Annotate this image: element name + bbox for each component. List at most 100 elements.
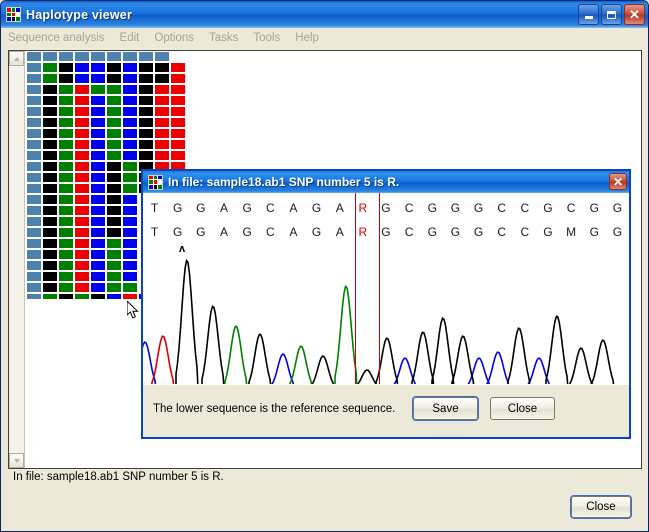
menu-item-options[interactable]: Options: [154, 32, 194, 44]
menu-item-tasks[interactable]: Tasks: [209, 32, 238, 44]
haplotype-cell[interactable]: [90, 84, 106, 95]
haplotype-cell[interactable]: [154, 139, 170, 150]
haplotype-row[interactable]: [26, 73, 186, 84]
haplotype-cell[interactable]: [74, 172, 90, 183]
haplotype-cell[interactable]: [170, 84, 186, 95]
haplotype-cell[interactable]: [106, 84, 122, 95]
haplotype-cell[interactable]: [74, 139, 90, 150]
haplotype-cell[interactable]: [106, 95, 122, 106]
haplotype-cell[interactable]: [42, 227, 58, 238]
haplotype-cell[interactable]: [74, 62, 90, 73]
haplotype-cell[interactable]: [74, 73, 90, 84]
haplotype-row[interactable]: [26, 106, 186, 117]
haplotype-cell[interactable]: [42, 106, 58, 117]
haplotype-cell[interactable]: [106, 161, 122, 172]
haplotype-cell[interactable]: [154, 62, 170, 73]
haplotype-cell[interactable]: [122, 194, 138, 205]
haplotype-cell[interactable]: [58, 172, 74, 183]
haplotype-cell[interactable]: [74, 106, 90, 117]
haplotype-cell[interactable]: [90, 194, 106, 205]
haplotype-cell[interactable]: [154, 117, 170, 128]
haplotype-cell[interactable]: [138, 62, 154, 73]
haplotype-cell[interactable]: [42, 282, 58, 293]
haplotype-cell[interactable]: [170, 62, 186, 73]
haplotype-cell[interactable]: [90, 62, 106, 73]
haplotype-cell[interactable]: [74, 205, 90, 216]
haplotype-cell[interactable]: [26, 205, 42, 216]
haplotype-row[interactable]: [26, 150, 186, 161]
haplotype-cell[interactable]: [26, 271, 42, 282]
haplotype-cell[interactable]: [90, 51, 106, 62]
haplotype-cell[interactable]: [106, 183, 122, 194]
haplotype-cell[interactable]: [58, 282, 74, 293]
haplotype-cell[interactable]: [138, 84, 154, 95]
haplotype-cell[interactable]: [170, 95, 186, 106]
haplotype-cell[interactable]: [90, 117, 106, 128]
haplotype-cell[interactable]: [138, 51, 154, 62]
vertical-scrollbar[interactable]: [9, 51, 25, 468]
close-window-button[interactable]: ✕: [624, 4, 645, 25]
haplotype-row[interactable]: [26, 95, 186, 106]
haplotype-cell[interactable]: [26, 282, 42, 293]
haplotype-row[interactable]: [26, 128, 186, 139]
haplotype-cell[interactable]: [26, 194, 42, 205]
haplotype-cell[interactable]: [122, 84, 138, 95]
haplotype-cell[interactable]: [26, 227, 42, 238]
haplotype-cell[interactable]: [58, 51, 74, 62]
haplotype-cell[interactable]: [42, 194, 58, 205]
haplotype-cell[interactable]: [138, 73, 154, 84]
menu-item-edit[interactable]: Edit: [120, 32, 140, 44]
haplotype-cell[interactable]: [122, 62, 138, 73]
haplotype-cell[interactable]: [122, 150, 138, 161]
haplotype-cell[interactable]: [138, 128, 154, 139]
haplotype-cell[interactable]: [122, 227, 138, 238]
haplotype-cell[interactable]: [154, 84, 170, 95]
haplotype-cell[interactable]: [74, 216, 90, 227]
haplotype-cell[interactable]: [58, 216, 74, 227]
haplotype-cell[interactable]: [138, 150, 154, 161]
menu-item-help[interactable]: Help: [295, 32, 319, 44]
haplotype-cell[interactable]: [26, 249, 42, 260]
haplotype-cell[interactable]: [122, 216, 138, 227]
haplotype-cell[interactable]: [138, 106, 154, 117]
haplotype-cell[interactable]: [138, 117, 154, 128]
maximize-button[interactable]: [601, 4, 622, 25]
haplotype-cell[interactable]: [106, 139, 122, 150]
haplotype-cell[interactable]: [26, 62, 42, 73]
haplotype-cell[interactable]: [42, 293, 58, 300]
haplotype-cell[interactable]: [170, 139, 186, 150]
haplotype-cell[interactable]: [90, 150, 106, 161]
haplotype-cell[interactable]: [42, 150, 58, 161]
haplotype-cell[interactable]: [138, 95, 154, 106]
haplotype-cell[interactable]: [106, 73, 122, 84]
save-button[interactable]: Save: [413, 397, 478, 420]
haplotype-cell[interactable]: [122, 139, 138, 150]
scroll-down-button[interactable]: [9, 453, 24, 468]
haplotype-cell[interactable]: [170, 117, 186, 128]
haplotype-cell[interactable]: [42, 73, 58, 84]
haplotype-cell[interactable]: [122, 106, 138, 117]
haplotype-cell[interactable]: [42, 62, 58, 73]
haplotype-cell[interactable]: [122, 117, 138, 128]
haplotype-cell[interactable]: [106, 194, 122, 205]
haplotype-cell[interactable]: [74, 194, 90, 205]
haplotype-cell[interactable]: [74, 249, 90, 260]
haplotype-cell[interactable]: [122, 238, 138, 249]
haplotype-cell[interactable]: [42, 238, 58, 249]
haplotype-cell[interactable]: [42, 205, 58, 216]
haplotype-cell[interactable]: [26, 139, 42, 150]
haplotype-cell[interactable]: [170, 128, 186, 139]
haplotype-cell[interactable]: [58, 271, 74, 282]
haplotype-cell[interactable]: [58, 260, 74, 271]
haplotype-cell[interactable]: [122, 172, 138, 183]
haplotype-cell[interactable]: [122, 260, 138, 271]
haplotype-cell[interactable]: [90, 172, 106, 183]
haplotype-row[interactable]: [26, 117, 186, 128]
haplotype-cell[interactable]: [26, 150, 42, 161]
haplotype-cell[interactable]: [58, 150, 74, 161]
haplotype-cell[interactable]: [90, 282, 106, 293]
haplotype-cell[interactable]: [90, 205, 106, 216]
haplotype-cell[interactable]: [122, 51, 138, 62]
dialog-close-button[interactable]: ✕: [609, 173, 627, 190]
haplotype-cell[interactable]: [58, 161, 74, 172]
